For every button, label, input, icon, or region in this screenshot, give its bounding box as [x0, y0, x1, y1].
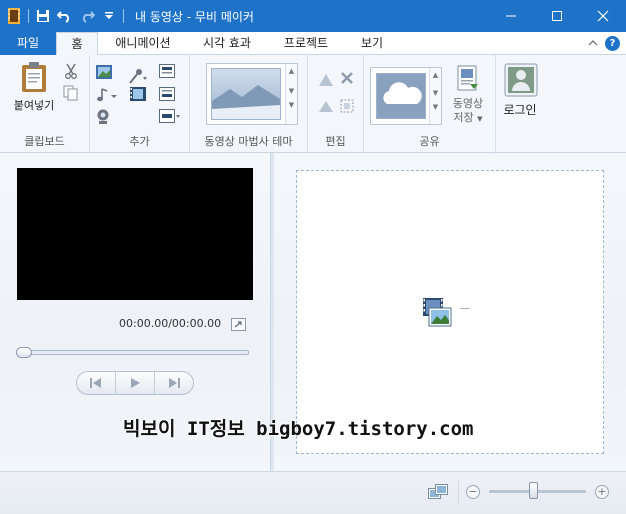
timecode-display: 00:00.00/00:00.00 [119, 317, 222, 330]
seek-slider-thumb[interactable] [16, 347, 32, 358]
save-icon[interactable] [35, 8, 51, 24]
paste-button[interactable] [20, 61, 48, 96]
maximize-button[interactable] [534, 0, 580, 32]
zoom-out-button[interactable]: − [466, 485, 480, 499]
close-icon [597, 10, 609, 22]
previous-frame-icon [90, 378, 101, 388]
rotate-right-icon[interactable] [318, 99, 334, 116]
cloud-icon [383, 82, 422, 104]
group-autofilm-themes: ▲ ▼ ▼ 동영상 마법사 테마 [190, 55, 308, 153]
watermark-text: 빅보이 IT정보 bigboy7.tistory.com [123, 418, 474, 440]
maximize-icon [552, 11, 562, 21]
save-movie-label-1: 동영상 [452, 97, 484, 110]
login-button[interactable]: 로그인 [500, 61, 544, 121]
minimize-button[interactable] [488, 0, 534, 32]
minimize-icon [506, 15, 516, 17]
zoom-in-button[interactable]: + [595, 485, 609, 499]
tab-project[interactable]: 프로젝트 [274, 32, 338, 55]
theme-gallery[interactable]: ▲ ▼ ▼ [206, 63, 298, 125]
quick-access-toolbar [6, 6, 124, 26]
title-bar: 내 동영상 - 무비 메이커 [0, 0, 626, 32]
select-all-icon[interactable] [340, 99, 354, 116]
add-narration-microphone-icon[interactable] [128, 69, 148, 88]
previous-frame-button[interactable] [77, 372, 116, 394]
save-movie-icon[interactable] [456, 65, 480, 94]
group-share: ▲ ▼ ▼ 동영상 저장 ▼ 공유 [364, 55, 496, 153]
fullscreen-preview-button[interactable] [231, 318, 246, 331]
share-group-label: 공유 [419, 135, 440, 148]
copy-icon[interactable] [63, 85, 79, 104]
app-film-icon[interactable] [6, 8, 22, 24]
add-credits-icon[interactable] [159, 109, 181, 126]
window-title: 내 동영상 - 무비 메이커 [135, 10, 254, 24]
cut-icon[interactable] [64, 63, 78, 82]
add-group-label: 추가 [129, 135, 150, 148]
add-music-icon[interactable] [96, 87, 118, 106]
user-account-icon [504, 63, 538, 97]
redo-icon[interactable] [79, 8, 95, 24]
webcam-video-icon[interactable] [96, 109, 110, 128]
share-gallery[interactable]: ▲ ▼ ▼ [370, 67, 442, 125]
add-videos-photos-icon[interactable] [96, 65, 112, 82]
editing-group-label: 편집 [325, 135, 346, 148]
add-title-icon[interactable] [159, 64, 175, 81]
add-media-film-icon[interactable] [422, 297, 452, 330]
play-icon [131, 378, 140, 388]
add-caption-icon[interactable] [159, 87, 175, 104]
save-movie-button[interactable]: 동영상 저장 ▼ [444, 97, 492, 126]
snapshot-icon[interactable] [130, 87, 146, 104]
paste-label: 붙여넣기 [13, 99, 55, 112]
group-clipboard: 붙여넣기 클립보드 [0, 55, 90, 153]
next-frame-icon [169, 378, 180, 388]
theme-group-label: 동영상 마법사 테마 [204, 135, 293, 148]
clipboard-group-label: 클립보드 [24, 135, 65, 148]
undo-icon[interactable] [57, 8, 73, 24]
play-button[interactable] [116, 372, 155, 394]
statusbar-separator [458, 481, 459, 503]
share-onedrive-thumbnail[interactable] [376, 73, 426, 119]
tab-file[interactable]: 파일 [0, 32, 56, 55]
close-button[interactable] [580, 0, 626, 32]
qat-separator [28, 9, 29, 23]
help-icon[interactable]: ? [605, 36, 620, 51]
theme-thumbnail[interactable] [211, 68, 281, 120]
save-movie-dropdown-icon: ▼ [477, 115, 483, 123]
group-add: 추가 [90, 55, 190, 153]
expand-icon [234, 321, 242, 328]
tab-home[interactable]: 홈 [56, 32, 98, 56]
ribbon-tabs: 파일 홈 애니메이션 시각 효과 프로젝트 보기 ? [0, 32, 626, 56]
preview-monitor [17, 168, 253, 300]
remove-icon[interactable] [340, 71, 354, 88]
group-editing: 편집 [308, 55, 364, 153]
ribbon-minimize-chevron-icon[interactable] [588, 37, 598, 51]
qat-separator-2 [123, 9, 124, 23]
next-frame-button[interactable] [155, 372, 193, 394]
thumbnail-size-icon[interactable] [428, 484, 448, 503]
theme-gallery-scroll[interactable]: ▲ ▼ ▼ [285, 64, 297, 124]
ribbon: 붙여넣기 클립보드 추가 ▲ ▼ ▼ 동영상 마법사 테마 편집 ▲ ▼ ▼ 동… [0, 55, 626, 153]
tab-visual-effects[interactable]: 시각 효과 [194, 32, 260, 55]
seek-bar[interactable] [16, 347, 249, 358]
save-movie-label-2: 저장 [453, 111, 474, 124]
customize-qat-dropdown-icon[interactable] [101, 8, 117, 24]
login-label: 로그인 [503, 103, 537, 117]
storyboard-placeholder-marks: –––––– [460, 306, 470, 312]
zoom-slider-thumb[interactable] [528, 482, 538, 499]
tab-animations[interactable]: 애니메이션 [104, 32, 182, 55]
theme-landscape-image [212, 85, 280, 119]
clipboard-icon [22, 62, 46, 92]
rotate-left-icon[interactable] [318, 71, 334, 90]
playback-controls [76, 371, 194, 395]
share-gallery-scroll[interactable]: ▲ ▼ ▼ [429, 68, 441, 124]
tab-view[interactable]: 보기 [350, 32, 394, 55]
